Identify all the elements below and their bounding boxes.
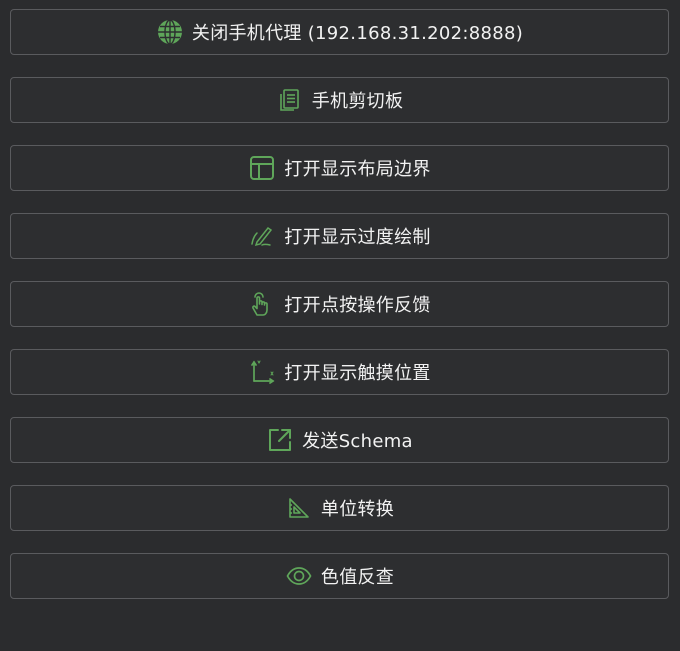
globe-icon [156, 18, 184, 46]
phone-clipboard-button[interactable]: 手机剪切板 [10, 77, 669, 123]
tap-feedback-button[interactable]: 打开点按操作反馈 [10, 281, 669, 327]
eye-icon [285, 562, 313, 590]
touch-position-button[interactable]: 打开显示触摸位置 [10, 349, 669, 395]
touch-position-label: 打开显示触摸位置 [284, 363, 431, 384]
clipboard-icon [276, 86, 304, 114]
layout-icon [248, 154, 276, 182]
axis-icon [248, 358, 276, 386]
tool-button-list: 关闭手机代理 (192.168.31.202:8888) 手机剪切板 打开显示布… [10, 9, 669, 621]
send-schema-button[interactable]: 发送Schema [10, 417, 669, 463]
color-lookup-label: 色值反查 [320, 567, 395, 588]
set-square-icon [285, 494, 313, 522]
overdraw-button[interactable]: 打开显示过度绘制 [10, 213, 669, 259]
touch-hand-icon [248, 290, 276, 318]
color-lookup-button[interactable]: 色值反查 [10, 553, 669, 599]
unit-conversion-button[interactable]: 单位转换 [10, 485, 669, 531]
unit-conversion-label: 单位转换 [320, 499, 395, 520]
layout-bounds-label: 打开显示布局边界 [284, 159, 431, 180]
overdraw-label: 打开显示过度绘制 [284, 227, 431, 248]
toggle-proxy-button[interactable]: 关闭手机代理 (192.168.31.202:8888) [10, 9, 669, 55]
phone-clipboard-label: 手机剪切板 [311, 91, 404, 112]
tap-feedback-label: 打开点按操作反馈 [284, 295, 431, 316]
send-schema-label: 发送Schema [302, 431, 413, 452]
pen-icon [248, 222, 276, 250]
layout-bounds-button[interactable]: 打开显示布局边界 [10, 145, 669, 191]
external-link-icon [266, 426, 294, 454]
toggle-proxy-label: 关闭手机代理 (192.168.31.202:8888) [191, 23, 524, 44]
